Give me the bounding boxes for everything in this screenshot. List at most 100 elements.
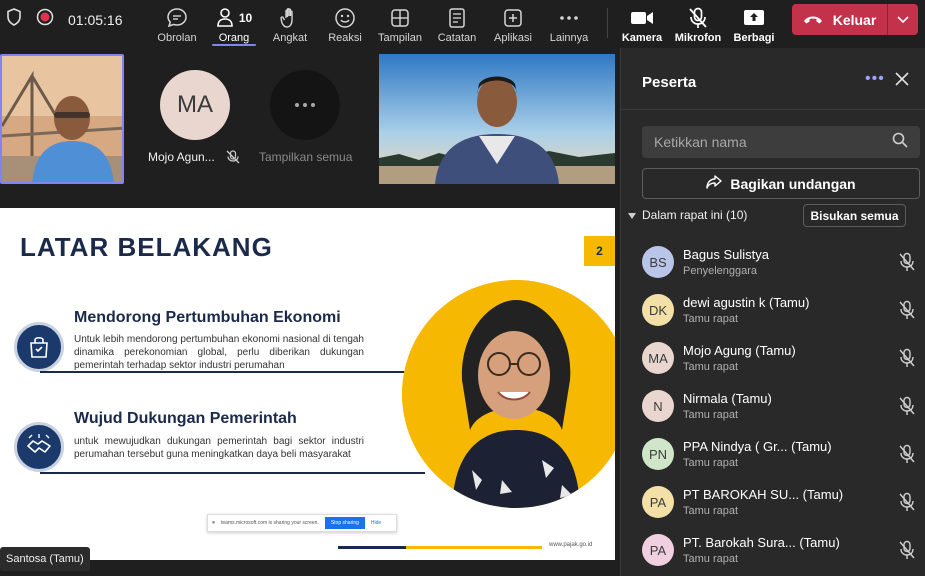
react-button[interactable]: Reaksi	[323, 0, 367, 44]
avatar: BS	[642, 246, 674, 278]
chat-button[interactable]: Obrolan	[155, 0, 199, 44]
mic-button[interactable]: Mikrofon	[673, 0, 723, 44]
mic-muted-icon	[688, 7, 708, 29]
mic-muted-icon[interactable]	[898, 492, 916, 517]
mic-muted-icon[interactable]	[898, 396, 916, 421]
search-input[interactable]	[654, 134, 874, 150]
participant-name: PT BAROKAH SU... (Tamu)	[683, 487, 844, 502]
mic-muted-icon[interactable]	[898, 444, 916, 469]
share-invite-button[interactable]: Bagikan undangan	[642, 168, 920, 199]
raise-hand-label: Angkat	[272, 32, 308, 44]
participant-video-tile-2[interactable]	[379, 54, 615, 184]
avatar: DK	[642, 294, 674, 326]
mic-muted-icon[interactable]	[898, 348, 916, 373]
leave-label: Keluar	[832, 11, 877, 28]
participant-video	[2, 56, 122, 182]
participant-name: Mojo Agung (Tamu)	[683, 343, 796, 358]
avatar: PA	[642, 486, 674, 518]
chevron-down-icon[interactable]	[888, 15, 918, 24]
mute-all-button[interactable]: Bisukan semua	[803, 204, 906, 227]
more-icon	[559, 7, 579, 29]
pause-icon: ⏸	[212, 519, 216, 526]
chat-icon	[166, 7, 188, 29]
section-title: Mendorong Pertumbuhan Ekonomi	[74, 309, 341, 326]
mic-label: Mikrofon	[674, 32, 722, 44]
slide-page-number: 2	[584, 236, 615, 266]
participant-name: PT. Barokah Sura... (Tamu)	[683, 535, 840, 550]
meeting-timer: 01:05:16	[68, 11, 123, 28]
participant-role: Tamu rapat	[683, 361, 739, 373]
mic-muted-icon	[226, 150, 240, 169]
leave-button[interactable]: Keluar	[792, 4, 918, 35]
section-body: Untuk lebih mendorong pertumbuhan ekonom…	[74, 334, 364, 371]
avatar: MA	[160, 70, 230, 140]
section-label: Dalam rapat ini (10)	[642, 208, 748, 222]
participant-row[interactable]: PA PT BAROKAH SU... (Tamu) Tamu rapat	[642, 478, 922, 526]
avatar: N	[642, 390, 674, 422]
add-app-icon	[503, 7, 523, 29]
mic-muted-icon[interactable]	[898, 252, 916, 277]
stop-sharing-button[interactable]: Stop sharing	[324, 517, 365, 529]
notes-icon	[448, 7, 466, 29]
mic-muted-icon[interactable]	[898, 300, 916, 325]
participant-row[interactable]: PA PT. Barokah Sura... (Tamu) Tamu rapat	[642, 526, 922, 574]
react-label: Reaksi	[328, 32, 362, 44]
camera-button[interactable]: Kamera	[620, 0, 664, 44]
camera-label: Kamera	[621, 32, 663, 44]
smiley-icon	[334, 7, 356, 29]
close-icon[interactable]	[895, 72, 909, 91]
share-button[interactable]: Berbagi	[733, 0, 775, 44]
meeting-status: 01:05:16	[6, 8, 123, 31]
caret-down-icon	[628, 208, 636, 222]
avatar: MA	[642, 342, 674, 374]
participant-row[interactable]: N Nirmala (Tamu) Tamu rapat	[642, 382, 922, 430]
participant-tile-mojo[interactable]: MA Mojo Agun...	[140, 54, 254, 184]
participant-name: Nirmala (Tamu)	[683, 391, 772, 406]
presenter-name-chip: Santosa (Tamu)	[0, 547, 90, 571]
participant-row[interactable]: BS Bagus Sulistya Penyelenggara	[642, 238, 922, 286]
handshake-icon	[14, 422, 64, 472]
in-meeting-section-toggle[interactable]: Dalam rapat ini (10)	[628, 208, 747, 222]
participant-role: Tamu rapat	[683, 457, 739, 469]
participant-row[interactable]: DK dewi agustin k (Tamu) Tamu rapat	[642, 286, 922, 334]
apps-button[interactable]: Aplikasi	[490, 0, 536, 44]
toolbar-divider	[607, 8, 608, 38]
participant-row[interactable]: PN PPA Nindya ( Gr... (Tamu) Tamu rapat	[642, 430, 922, 478]
people-icon	[216, 7, 236, 30]
more-button[interactable]: Lainnya	[546, 0, 592, 44]
section-body: untuk mewujudkan dukungan pemerintah bag…	[74, 436, 364, 460]
footer-url: www.pajak.go.id	[549, 542, 593, 548]
participant-name: dewi agustin k (Tamu)	[683, 295, 810, 310]
participant-search	[642, 126, 920, 158]
people-button[interactable]: 10 Orang	[212, 0, 256, 46]
share-notice-text: teams.microsoft.com is sharing your scre…	[221, 520, 319, 526]
more-participants-icon	[270, 70, 340, 140]
mic-muted-icon[interactable]	[898, 540, 916, 565]
footer-bar	[338, 546, 406, 549]
more-options-icon[interactable]: •••	[865, 70, 885, 88]
participant-row[interactable]: MA Mojo Agung (Tamu) Tamu rapat	[642, 334, 922, 382]
footer-bar	[406, 546, 542, 549]
meeting-toolbar: 01:05:16 Obrolan 10 Orang Angkat Reaksi …	[0, 0, 925, 48]
search-icon[interactable]	[892, 132, 908, 153]
share-link-icon	[706, 174, 723, 193]
panel-title: Peserta	[642, 74, 697, 91]
notes-button[interactable]: Catatan	[434, 0, 480, 44]
participant-role: Penyelenggara	[683, 265, 758, 277]
minister-portrait	[402, 280, 615, 508]
show-all-tile[interactable]: Tampilkan semua	[256, 54, 356, 184]
apps-label: Aplikasi	[494, 32, 532, 44]
share-label: Berbagi	[733, 32, 775, 44]
avatar: PN	[642, 438, 674, 470]
grid-view-icon	[390, 7, 410, 29]
hide-link[interactable]: Hide	[371, 520, 381, 526]
participant-role: Tamu rapat	[683, 409, 739, 421]
more-label: Lainnya	[549, 32, 589, 44]
camera-icon	[630, 7, 654, 29]
view-button[interactable]: Tampilan	[375, 0, 425, 44]
people-label: Orang	[218, 32, 250, 44]
slide-title: LATAR BELAKANG	[20, 232, 273, 262]
participant-video-tile[interactable]	[0, 54, 124, 184]
raise-hand-button[interactable]: Angkat	[268, 0, 312, 44]
participant-role: Tamu rapat	[683, 313, 739, 325]
